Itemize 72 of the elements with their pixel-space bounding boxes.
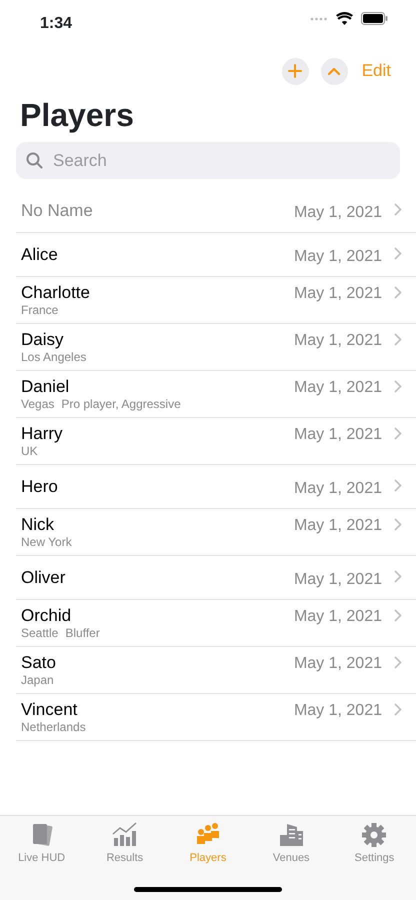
- add-button[interactable]: [282, 58, 309, 84]
- player-date: May 1, 2021: [294, 516, 382, 536]
- player-name: Orchid: [21, 606, 72, 626]
- player-location: Seattle: [21, 626, 58, 640]
- caret-icon: [327, 66, 342, 76]
- wifi-icon: [336, 12, 353, 25]
- player-location: New York: [21, 534, 72, 550]
- search-icon: [26, 152, 43, 169]
- player-date: May 1, 2021: [294, 701, 382, 721]
- player-row[interactable]: Harry UK May 1, 2021: [16, 418, 416, 465]
- player-date: May 1, 2021: [294, 607, 382, 627]
- player-name: No Name: [21, 200, 93, 220]
- plus-icon: [288, 64, 302, 78]
- player-name: Vincent: [21, 700, 78, 720]
- player-row[interactable]: Vincent Netherlands May 1, 2021: [16, 694, 416, 741]
- search-input[interactable]: Search: [51, 146, 390, 174]
- player-row[interactable]: Orchid Seattle Bluffer May 1, 2021: [16, 600, 416, 647]
- player-name: Sato: [21, 652, 56, 672]
- chevron-icon: [394, 609, 402, 622]
- chevron-icon: [394, 333, 402, 346]
- player-location: France: [21, 302, 58, 318]
- player-row[interactable]: Charlotte France May 1, 2021: [16, 277, 416, 324]
- player-row[interactable]: Oliver May 1, 2021: [16, 556, 416, 600]
- chevron-icon: [394, 703, 402, 716]
- player-date: May 1, 2021: [294, 247, 382, 267]
- chevron-icon: [394, 479, 402, 492]
- player-location: Japan: [21, 672, 54, 688]
- battery-icon: [361, 12, 388, 25]
- player-name: Daniel: [21, 376, 70, 396]
- player-row[interactable]: Daniel Vegas Pro player, Aggressive May 1, 2021: [16, 371, 416, 418]
- player-row[interactable]: Alice May 1, 2021: [16, 233, 416, 277]
- player-name: Oliver: [21, 568, 66, 588]
- player-location: Los Angeles: [21, 350, 86, 364]
- player-name: Charlotte: [21, 282, 90, 302]
- player-date: May 1, 2021: [294, 654, 382, 674]
- page-title: Players: [20, 96, 135, 134]
- chevron-icon: [394, 518, 402, 531]
- player-date: May 1, 2021: [294, 331, 382, 351]
- status-time: 1:34: [40, 14, 72, 34]
- chevron-icon: [394, 570, 402, 583]
- chevron-icon: [394, 286, 402, 299]
- player-date: May 1, 2021: [294, 378, 382, 398]
- player-name: Nick: [21, 514, 56, 534]
- player-name: Daisy: [21, 330, 65, 350]
- chevron-icon: [394, 427, 402, 440]
- player-location: Netherlands: [21, 720, 86, 734]
- bar-chart-icon: [110, 822, 139, 848]
- player-name: Hero: [21, 476, 58, 496]
- player-note: Pro player, Aggressive: [61, 396, 181, 412]
- collapse-button[interactable]: [320, 58, 348, 84]
- player-name: Harry: [21, 424, 63, 444]
- chevron-icon: [394, 656, 402, 669]
- player-row[interactable]: Nick New York May 1, 2021: [16, 509, 416, 556]
- buildings-icon: [277, 822, 306, 848]
- signal-icon: [310, 16, 328, 20]
- player-date: May 1, 2021: [294, 425, 382, 445]
- search-field[interactable]: Search: [16, 142, 400, 179]
- player-date: May 1, 2021: [294, 479, 382, 499]
- player-note: Bluffer: [65, 626, 100, 640]
- chevron-icon: [394, 380, 402, 393]
- player-location: UK: [21, 444, 38, 458]
- player-row[interactable]: Hero May 1, 2021: [16, 465, 416, 509]
- player-location: Vegas: [21, 396, 54, 412]
- player-row[interactable]: Sato Japan May 1, 2021: [16, 647, 416, 694]
- player-date: May 1, 2021: [294, 570, 382, 590]
- player-row[interactable]: Daisy Los Angeles May 1, 2021: [16, 324, 416, 371]
- settings-icon: [360, 822, 388, 848]
- player-date: May 1, 2021: [294, 203, 382, 223]
- player-date: May 1, 2021: [294, 284, 382, 304]
- chevron-icon: [394, 247, 402, 260]
- player-name: Alice: [21, 244, 58, 264]
- chevron-icon: [394, 203, 402, 216]
